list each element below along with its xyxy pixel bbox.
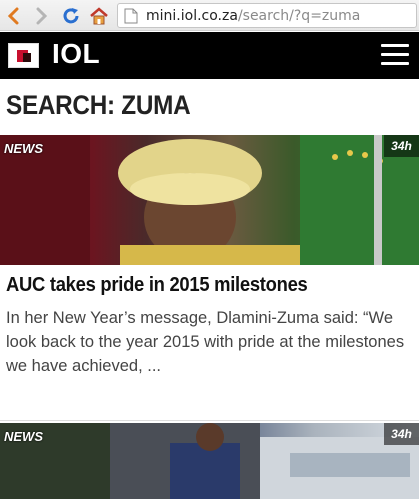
age-badge: 34h — [384, 135, 419, 157]
page-title: SEARCH: ZUMA — [6, 90, 191, 120]
url-host: mini.iol.co.za — [146, 7, 238, 24]
iol-logo-icon[interactable] — [8, 43, 39, 68]
logo-text[interactable]: IOL — [52, 38, 100, 70]
home-icon — [90, 7, 108, 25]
divider — [0, 420, 419, 421]
section-label: NEWS — [4, 429, 43, 444]
url-path: /search/?q=zuma — [237, 7, 361, 24]
browser-toolbar: mini.iol.co.za/search/?q=zuma — [0, 0, 419, 31]
page-icon — [124, 8, 138, 23]
article-image[interactable]: NEWS 34h — [0, 423, 419, 499]
site-header: IOL — [0, 32, 419, 79]
chevron-right-icon — [36, 7, 48, 25]
age-badge: 34h — [384, 423, 419, 445]
home-button[interactable] — [88, 5, 110, 27]
url-text: mini.iol.co.za/search/?q=zuma — [146, 8, 360, 24]
address-bar[interactable]: mini.iol.co.za/search/?q=zuma — [117, 3, 417, 28]
article-image[interactable]: NEWS 34h — [0, 135, 419, 265]
chevron-left-icon — [7, 7, 19, 25]
hamburger-menu-icon[interactable] — [381, 44, 409, 66]
back-button[interactable] — [3, 5, 25, 27]
section-label: NEWS — [4, 141, 43, 156]
article-photo — [0, 423, 419, 499]
article-photo — [0, 135, 419, 265]
forward-button[interactable] — [30, 5, 52, 27]
reload-icon — [63, 8, 79, 24]
reload-button[interactable] — [60, 5, 82, 27]
article-summary: In her New Year’s message, Dlamini-Zuma … — [6, 309, 405, 375]
article-headline[interactable]: AUC takes pride in 2015 milestones — [6, 274, 308, 297]
